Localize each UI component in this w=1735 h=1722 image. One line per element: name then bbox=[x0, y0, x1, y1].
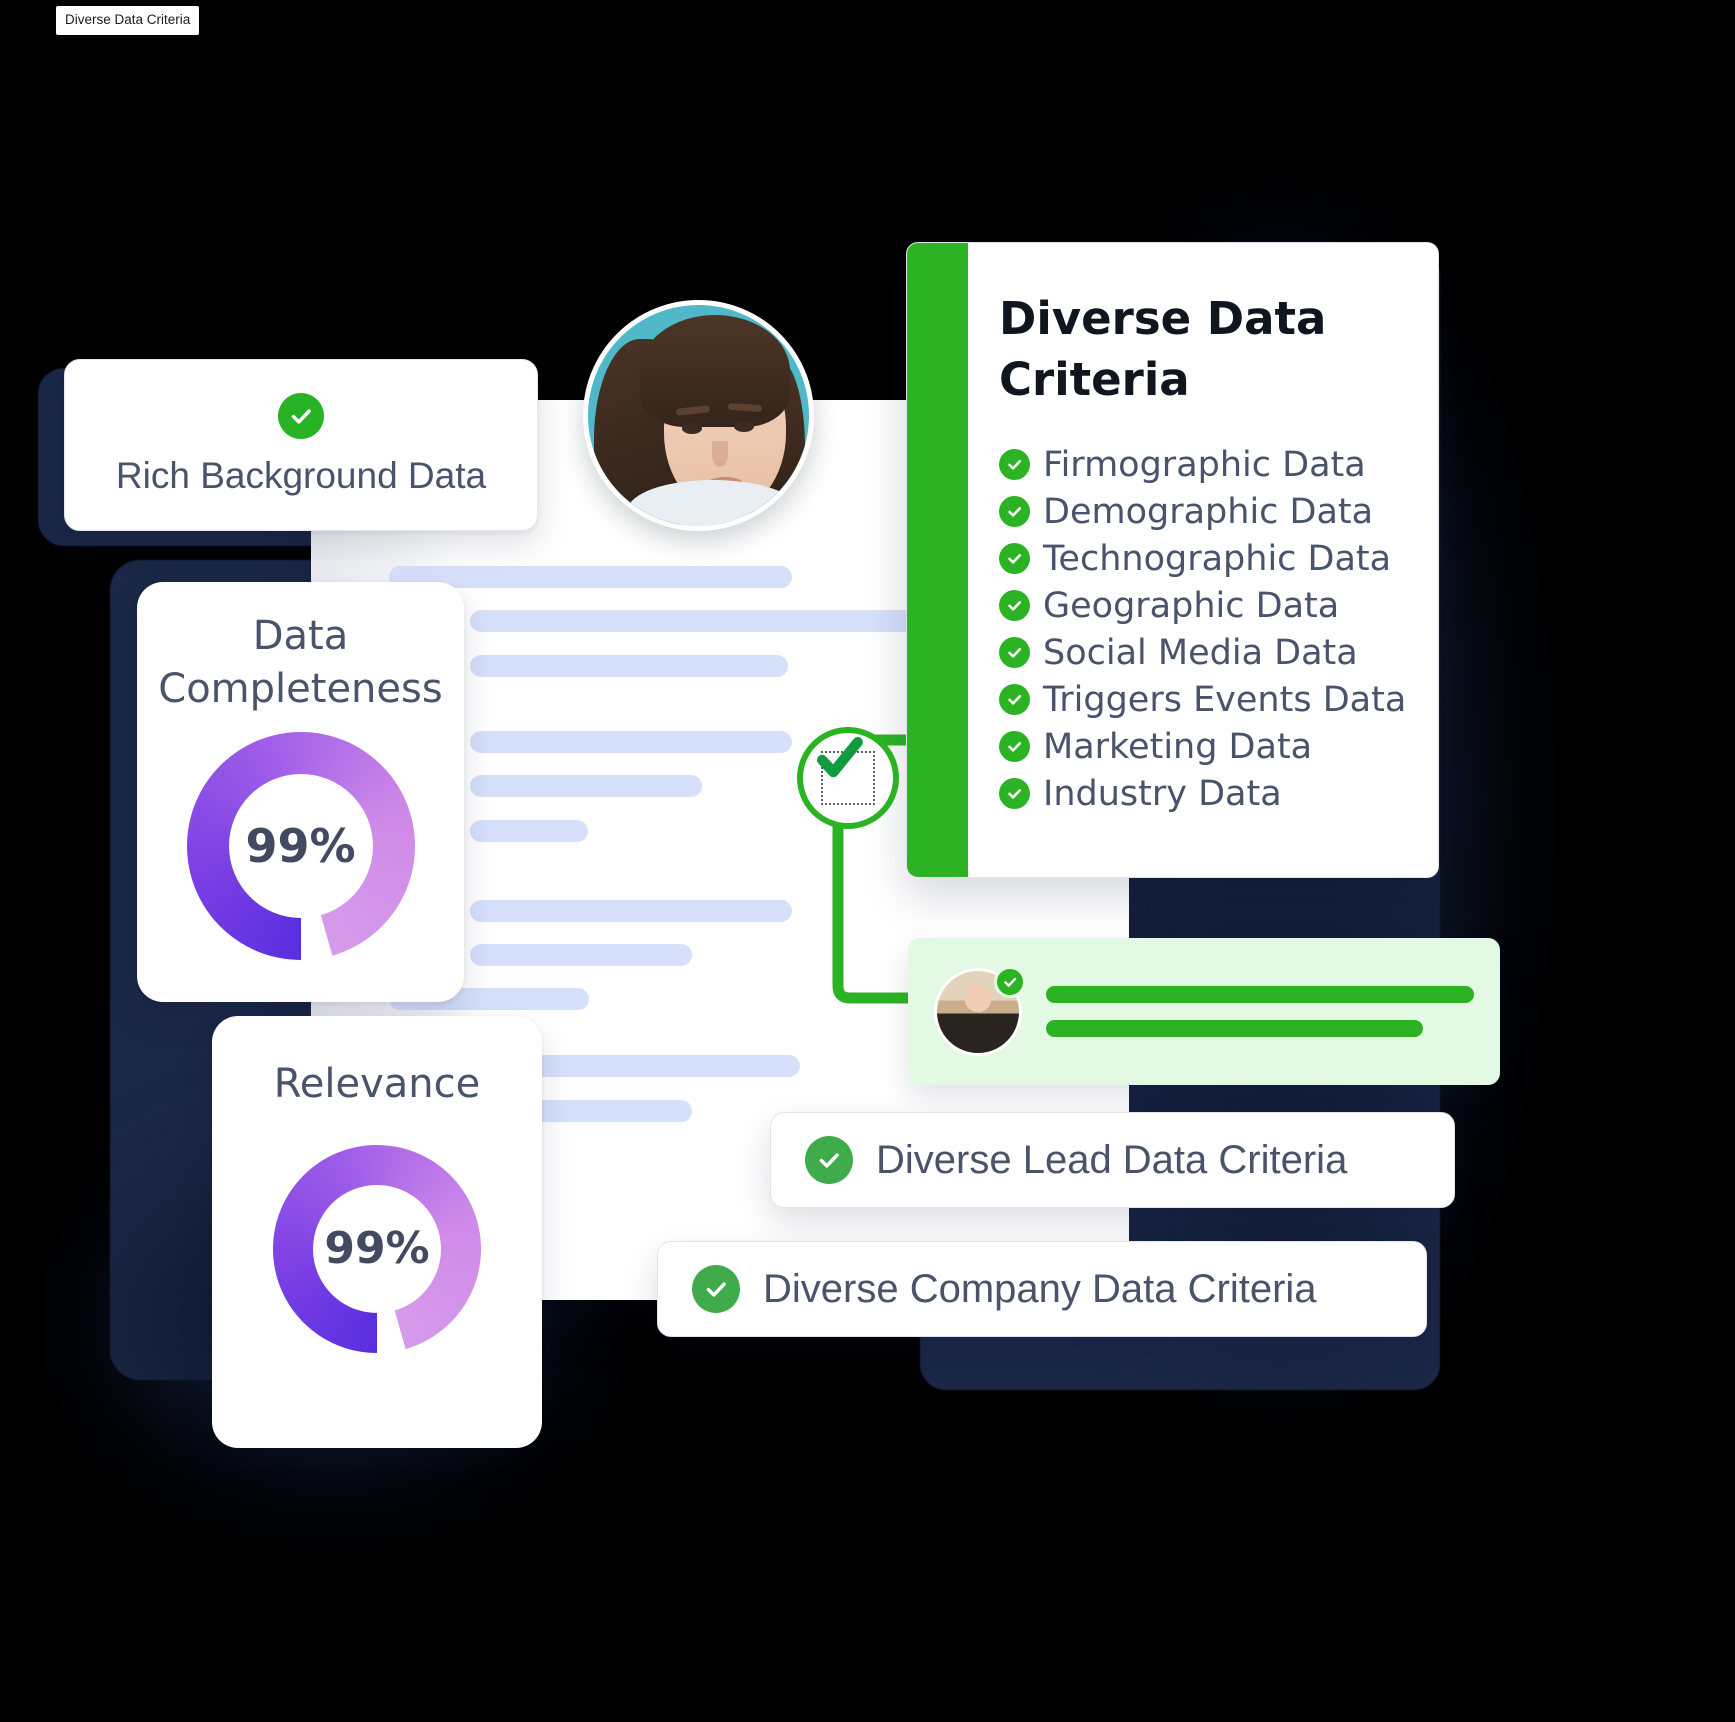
panel-title: Diverse Data Criteria bbox=[999, 289, 1339, 411]
notification-lines bbox=[1046, 986, 1474, 1037]
criteria-item[interactable]: Industry Data bbox=[999, 774, 1424, 814]
check-circle-icon bbox=[999, 590, 1030, 621]
donut-center-value: 99% bbox=[228, 773, 373, 918]
criteria-list: Firmographic Data Demographic Data Techn… bbox=[999, 445, 1424, 814]
doc-line bbox=[470, 820, 588, 842]
check-circle-icon bbox=[805, 1136, 853, 1184]
criteria-item-label: Demographic Data bbox=[1043, 491, 1374, 532]
check-circle-icon bbox=[278, 393, 324, 439]
tooltip-chip: Diverse Data Criteria bbox=[56, 6, 200, 35]
data-completeness-card[interactable]: Data Completeness 99% bbox=[137, 582, 464, 1002]
donut-value-label: 99% bbox=[245, 818, 356, 873]
relevance-card[interactable]: Relevance 99% bbox=[212, 1016, 542, 1448]
criteria-item-label: Marketing Data bbox=[1043, 726, 1313, 767]
diverse-company-data-criteria-card[interactable]: Diverse Company Data Criteria bbox=[657, 1241, 1427, 1337]
panel-title-line2: Criteria bbox=[999, 352, 1190, 406]
criteria-item-label: Social Media Data bbox=[1043, 632, 1358, 673]
checkmark-icon bbox=[816, 736, 863, 778]
criteria-item[interactable]: Marketing Data bbox=[999, 727, 1424, 767]
notification-line bbox=[1046, 1020, 1423, 1037]
panel-body: Diverse Data Criteria Firmographic Data … bbox=[999, 289, 1424, 821]
avatar-hair-top bbox=[640, 315, 790, 427]
donut-chart-completeness: 99% bbox=[186, 731, 415, 960]
gauge-title-line1: Relevance bbox=[273, 1061, 481, 1107]
donut-center-value: 99% bbox=[313, 1184, 441, 1313]
criteria-item[interactable]: Demographic Data bbox=[999, 492, 1424, 532]
donut-chart-relevance: 99% bbox=[273, 1144, 481, 1353]
green-notification-card[interactable] bbox=[908, 938, 1500, 1085]
hero-avatar bbox=[583, 300, 814, 531]
doc-line bbox=[470, 775, 702, 797]
criteria-item-label: Geographic Data bbox=[1043, 585, 1340, 626]
check-circle-icon bbox=[999, 449, 1030, 480]
criteria-item[interactable]: Firmographic Data bbox=[999, 445, 1424, 485]
donut-value-label: 99% bbox=[324, 1223, 430, 1275]
check-circle-icon bbox=[999, 778, 1030, 809]
avatar-nose bbox=[712, 441, 728, 467]
gauge-title-line1: Data bbox=[252, 613, 349, 659]
avatar-eye-left bbox=[682, 423, 702, 434]
diverse-lead-data-criteria-label: Diverse Lead Data Criteria bbox=[876, 1137, 1348, 1182]
check-circle-icon bbox=[999, 637, 1030, 668]
doc-line bbox=[470, 731, 792, 753]
gauge-title-line2: Completeness bbox=[158, 665, 443, 712]
criteria-item-label: Firmographic Data bbox=[1043, 444, 1366, 485]
avatar-shoulder bbox=[628, 480, 798, 526]
rich-background-data-card[interactable]: Rich Background Data bbox=[64, 359, 538, 531]
notification-line bbox=[1046, 986, 1474, 1003]
illustration-canvas: Diverse Data Criteria Rich Background Da… bbox=[0, 0, 1735, 1722]
diverse-lead-data-criteria-card[interactable]: Diverse Lead Data Criteria bbox=[770, 1112, 1455, 1208]
avatar-eye-right bbox=[734, 421, 754, 432]
check-badge-icon bbox=[994, 965, 1026, 998]
criteria-item-label: Technographic Data bbox=[1043, 538, 1392, 579]
check-circle-icon bbox=[692, 1265, 740, 1313]
criteria-item[interactable]: Triggers Events Data bbox=[999, 680, 1424, 720]
criteria-item[interactable]: Geographic Data bbox=[999, 586, 1424, 626]
gauge-title-completeness: Data Completeness bbox=[158, 610, 442, 716]
gauge-title-relevance: Relevance bbox=[274, 1058, 480, 1111]
criteria-item[interactable]: Technographic Data bbox=[999, 539, 1424, 579]
panel-accent-bar bbox=[907, 243, 968, 877]
rich-background-data-label: Rich Background Data bbox=[115, 455, 487, 496]
check-circle-icon bbox=[999, 731, 1030, 762]
doc-line bbox=[470, 655, 788, 677]
criteria-item[interactable]: Social Media Data bbox=[999, 633, 1424, 673]
diverse-data-criteria-panel[interactable]: Diverse Data Criteria Firmographic Data … bbox=[906, 242, 1439, 878]
diverse-company-data-criteria-label: Diverse Company Data Criteria bbox=[763, 1266, 1317, 1311]
panel-title-line1: Diverse Data bbox=[999, 292, 1327, 345]
doc-line bbox=[470, 900, 792, 922]
check-circle-icon bbox=[999, 543, 1030, 574]
doc-line bbox=[470, 944, 692, 966]
criteria-item-label: Triggers Events Data bbox=[1043, 679, 1407, 720]
check-circle-icon bbox=[999, 684, 1030, 715]
notification-avatar bbox=[934, 965, 1026, 1056]
check-circle-icon bbox=[999, 496, 1030, 527]
criteria-item-label: Industry Data bbox=[1043, 773, 1282, 814]
checkmark-node[interactable] bbox=[797, 727, 899, 829]
